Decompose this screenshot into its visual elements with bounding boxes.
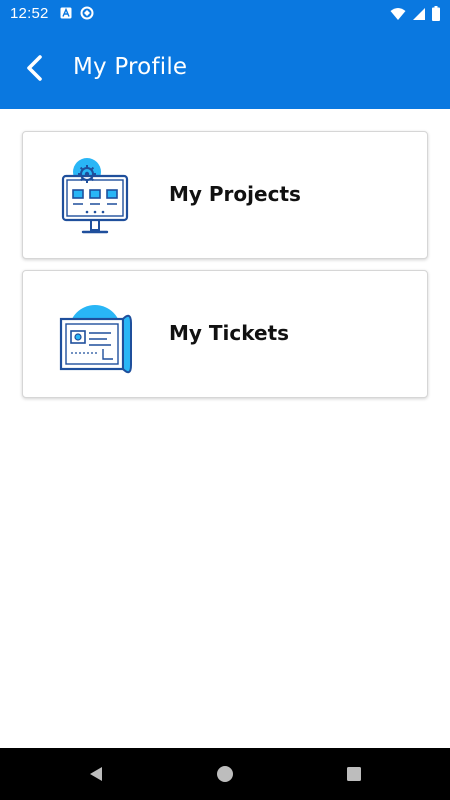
sync-icon bbox=[80, 6, 94, 20]
my-projects-card[interactable]: My Projects bbox=[22, 131, 428, 259]
battery-icon bbox=[432, 6, 440, 21]
nav-back-button[interactable] bbox=[84, 762, 108, 786]
page-title: My Profile bbox=[73, 54, 188, 80]
status-bar: 12:52 bbox=[0, 0, 450, 28]
back-arrow-icon bbox=[27, 55, 42, 81]
projects-monitor-icon bbox=[61, 158, 129, 234]
tickets-blueprint-icon bbox=[59, 305, 132, 374]
home-circle-icon bbox=[217, 766, 233, 782]
my-tickets-card[interactable]: My Tickets bbox=[22, 270, 428, 398]
status-time: 12:52 bbox=[10, 5, 49, 22]
nav-home-button[interactable] bbox=[213, 762, 237, 786]
nav-recents-button[interactable] bbox=[342, 762, 366, 786]
notification-a-icon bbox=[60, 7, 72, 19]
signal-icon bbox=[413, 7, 425, 20]
app-bar: My Profile bbox=[0, 28, 450, 109]
status-notification-icons bbox=[60, 6, 94, 20]
my-tickets-label: My Tickets bbox=[169, 321, 290, 345]
my-projects-label: My Projects bbox=[169, 182, 301, 206]
system-nav-bar bbox=[0, 748, 450, 800]
back-triangle-icon bbox=[90, 767, 102, 781]
recents-square-icon bbox=[347, 767, 361, 781]
back-button[interactable] bbox=[16, 50, 52, 86]
wifi-icon bbox=[390, 7, 406, 20]
status-system-icons bbox=[390, 6, 440, 21]
